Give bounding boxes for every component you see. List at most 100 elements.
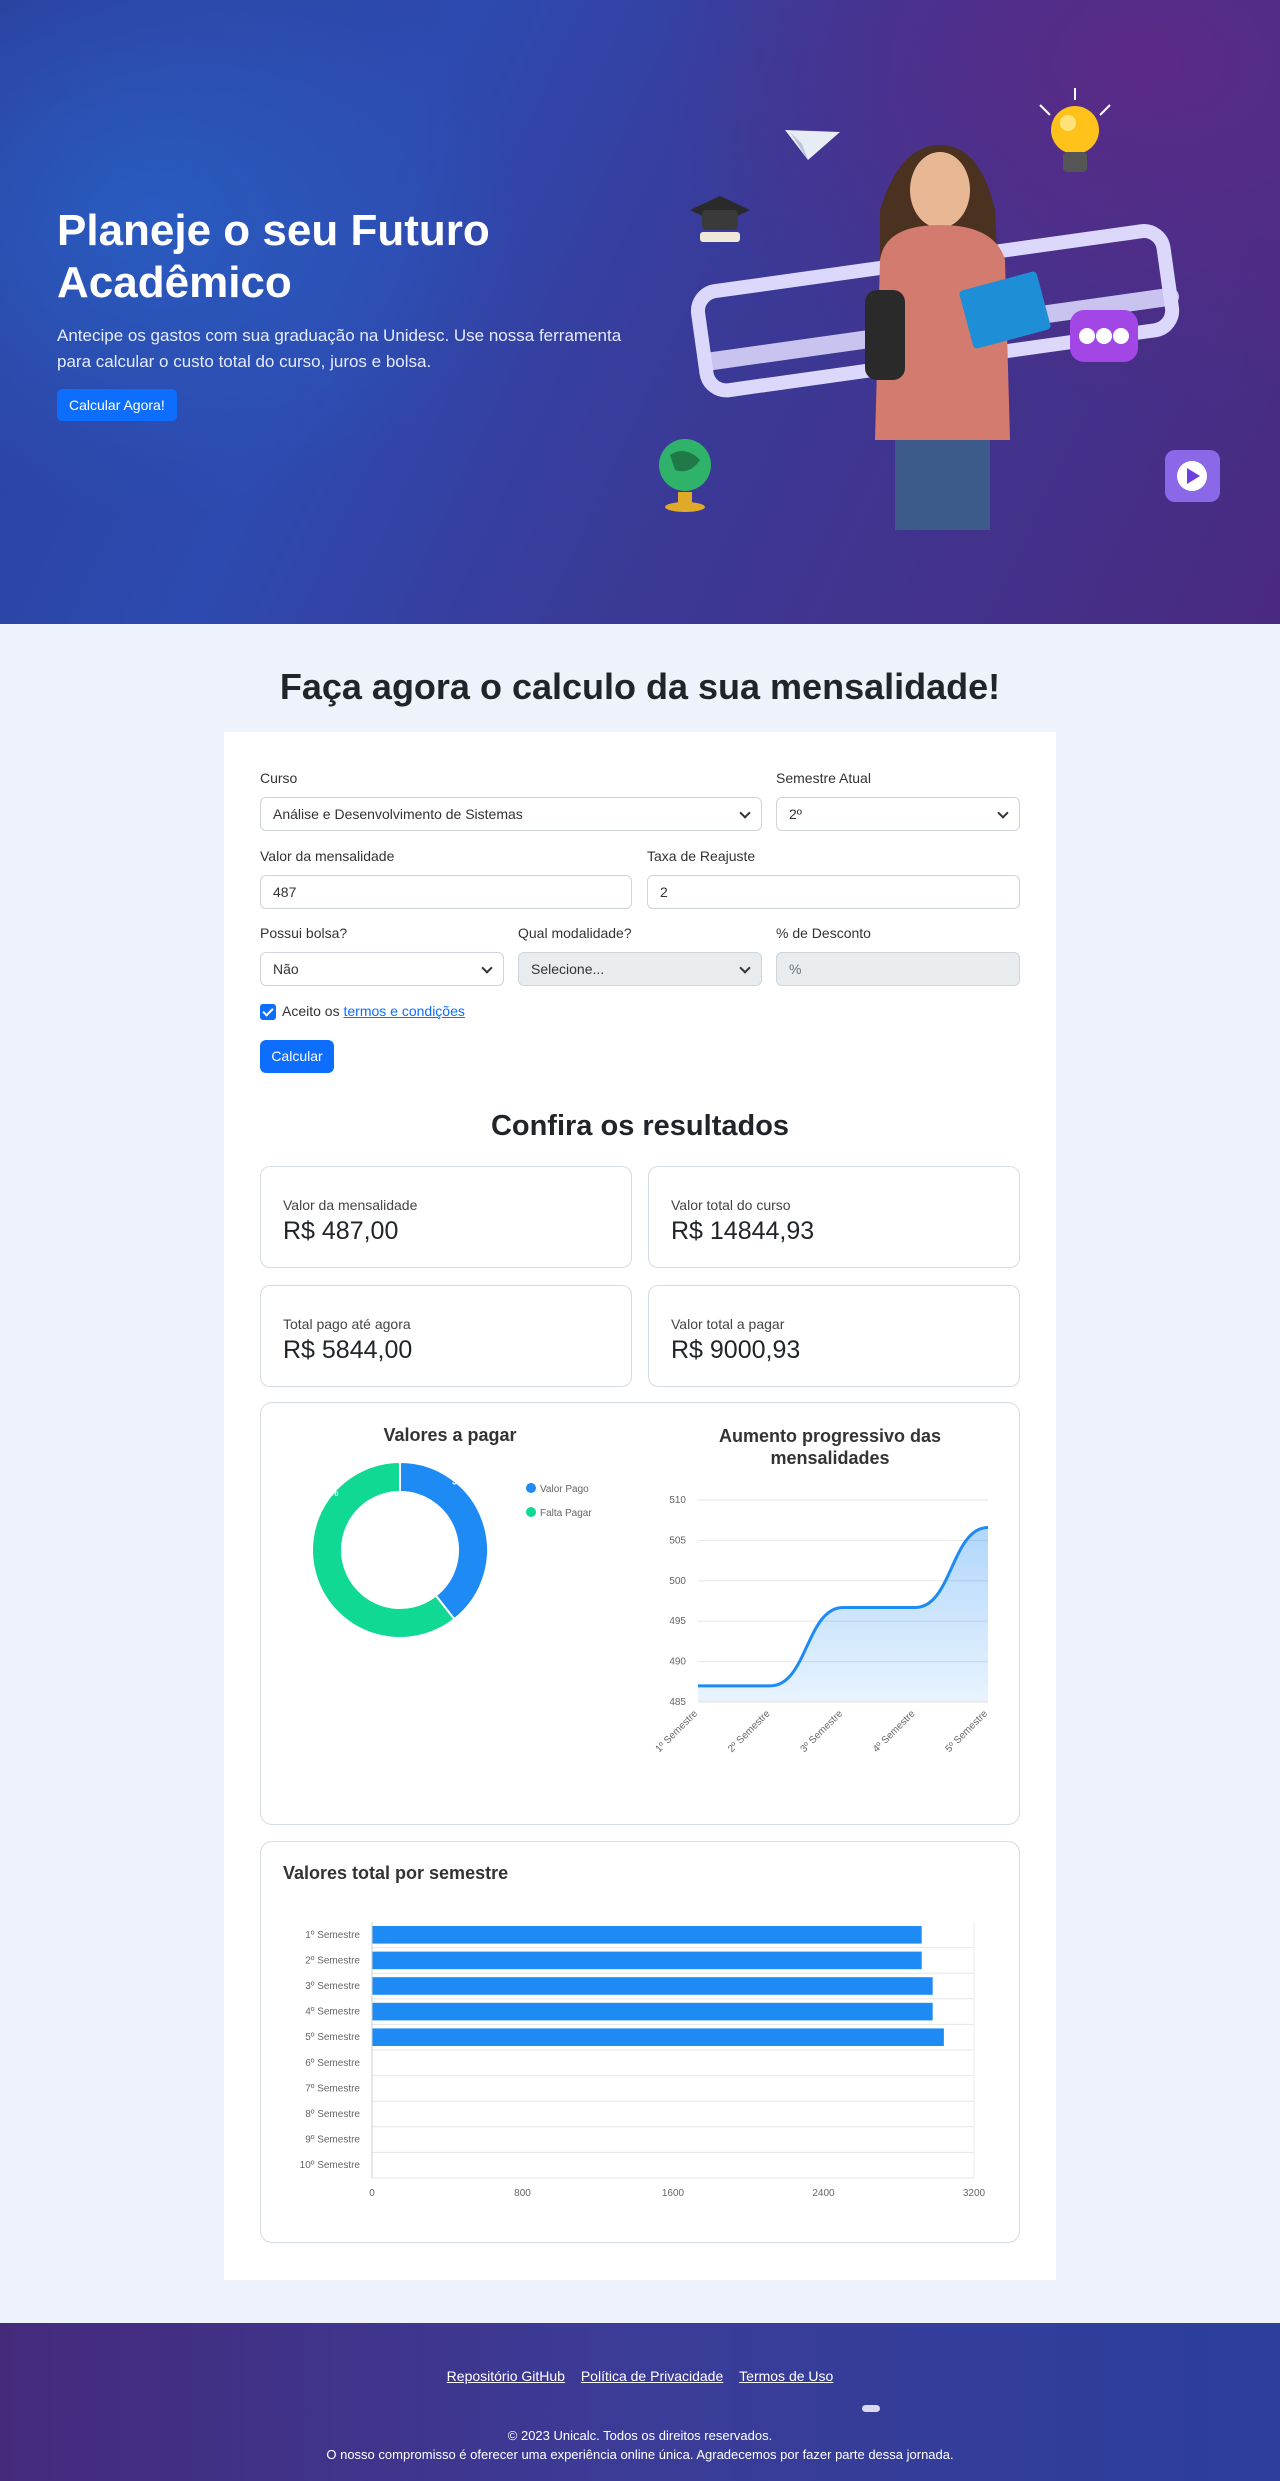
terms-prefix: Aceito os — [282, 1003, 340, 1019]
legend-swatch — [526, 1483, 536, 1493]
result-card-mensalidade: Valor da mensalidade R$ 487,00 — [260, 1166, 632, 1268]
y-tick-label: 1º Semestre — [305, 1930, 360, 1941]
donut-chart: 39.4% 60.6% Valor Pago Falta Pagar — [310, 1460, 592, 1639]
footer-links: Repositório GitHub Política de Privacida… — [0, 2368, 1280, 2384]
result-card-total-a-pagar: Valor total a pagar R$ 9000,93 — [648, 1285, 1020, 1387]
y-tick-label: 4º Semestre — [305, 2007, 360, 2018]
desconto-label: % de Desconto — [776, 925, 871, 941]
x-tick-label: 4º Semestre — [871, 1708, 918, 1755]
x-tick-label: 1600 — [662, 2188, 685, 2199]
mensalidade-input-value: 487 — [273, 884, 297, 900]
footer-copy: © 2023 Unicalc. Todos os direitos reserv… — [0, 2426, 1280, 2464]
mensalidade-label: Valor da mensalidade — [260, 848, 395, 864]
bar — [372, 1926, 922, 1944]
graduation-cap-icon — [690, 196, 750, 242]
area-fill — [698, 1527, 988, 1702]
modalidade-label: Qual modalidade? — [518, 925, 632, 941]
y-tick-label: 500 — [669, 1576, 686, 1587]
modalidade-select[interactable]: Selecione... — [518, 952, 762, 986]
y-tick-label: 6º Semestre — [305, 2058, 360, 2069]
result-card-label: Valor total do curso — [671, 1197, 791, 1213]
calculate-now-button[interactable]: Calcular Agora! — [57, 389, 177, 421]
hero-title-line2: Acadêmico — [57, 258, 292, 307]
modalidade-select-value: Selecione... — [531, 961, 605, 977]
desconto-placeholder: % — [789, 961, 802, 977]
bar — [372, 2002, 933, 2021]
terms-text: Aceito os termos e condições — [282, 1003, 465, 1019]
footer-link-privacy[interactable]: Política de Privacidade — [581, 2368, 723, 2384]
x-tick-label: 1º Semestre — [654, 1708, 701, 1755]
footer-copyright: © 2023 Unicalc. Todos os direitos reserv… — [507, 2428, 773, 2443]
y-tick-label: 495 — [669, 1616, 686, 1627]
y-tick-label: 510 — [669, 1495, 686, 1506]
hero-title-line1: Planeje o seu Futuro — [57, 206, 490, 255]
legend-label: Valor Pago — [540, 1484, 589, 1495]
chevron-down-icon — [739, 962, 751, 974]
chevron-down-icon — [739, 807, 751, 819]
mensalidade-input[interactable]: 487 — [260, 875, 632, 909]
y-tick-label: 9º Semestre — [305, 2135, 360, 2146]
x-tick-label: 0 — [369, 2188, 375, 2199]
result-card-value: R$ 487,00 — [283, 1217, 399, 1245]
y-tick-label: 10º Semestre — [300, 2160, 361, 2171]
result-card-value: R$ 9000,93 — [671, 1336, 801, 1364]
bolsa-label: Possui bolsa? — [260, 925, 348, 941]
semestre-select-value: 2º — [789, 806, 802, 822]
semestre-label: Semestre Atual — [776, 770, 871, 786]
result-card-label: Total pago até agora — [283, 1316, 411, 1332]
donut-data-label: 39.4% — [452, 1477, 480, 1488]
x-tick-label: 5º Semestre — [944, 1708, 991, 1755]
hero-text: Planeje o seu Futuro Acadêmico Antecipe … — [57, 205, 637, 421]
calculate-button[interactable]: Calcular — [260, 1040, 334, 1073]
desconto-input[interactable]: % — [776, 952, 1020, 986]
bar-chart: 0 800 1600 2400 3200 1º Semestre 2º Semestre 3º… — [300, 1922, 986, 2199]
footer-link-terms[interactable]: Termos de Uso — [739, 2368, 833, 2384]
donut-chart-title: Valores a pagar — [383, 1425, 517, 1445]
y-tick-label: 5º Semestre — [305, 2032, 360, 2043]
y-tick-label: 2º Semestre — [305, 1955, 360, 1966]
bar-chart-title: Valores total por semestre — [283, 1863, 509, 1883]
bar — [372, 2028, 944, 2046]
curso-select[interactable]: Análise e Desenvolvimento de Sistemas — [260, 797, 762, 831]
paper-plane-icon — [785, 130, 840, 160]
x-tick-label: 3º Semestre — [799, 1708, 846, 1755]
line-chart-title: Aumento progressivo das mensalidades — [718, 1426, 942, 1468]
calculator-title: Faça agora o calculo da sua mensalidade! — [279, 666, 1001, 707]
curso-label: Curso — [260, 770, 298, 786]
terms-link[interactable]: termos e condições — [343, 1003, 464, 1019]
result-card-value: R$ 5844,00 — [283, 1336, 413, 1364]
legend-label: Falta Pagar — [540, 1508, 592, 1519]
globe-icon — [659, 439, 711, 512]
line-chart: 485 490 495 500 505 510 1º Semestre 2º Semestre… — [654, 1495, 991, 1755]
bolsa-select[interactable]: Não — [260, 952, 504, 986]
student-photo — [865, 145, 1051, 530]
lightbulb-icon — [1039, 88, 1111, 172]
footer-tagline: O nosso compromisso é oferecer uma exper… — [326, 2447, 954, 2462]
result-card-label: Valor da mensalidade — [283, 1197, 418, 1213]
x-tick-label: 800 — [514, 2188, 531, 2199]
result-card-total-pago: Total pago até agora R$ 5844,00 — [260, 1285, 632, 1387]
hero-banner: Planeje o seu Futuro Acadêmico Antecipe … — [0, 0, 1280, 624]
result-card-total-curso: Valor total do curso R$ 14844,93 — [648, 1166, 1020, 1268]
semestre-select[interactable]: 2º — [776, 797, 1020, 831]
y-tick-label: 490 — [669, 1657, 686, 1668]
result-card-label: Valor total a pagar — [671, 1316, 785, 1332]
y-tick-label: 3º Semestre — [305, 1981, 360, 1992]
y-tick-label: 8º Semestre — [305, 2109, 360, 2120]
hero-subtitle: Antecipe os gastos com sua graduação na … — [57, 326, 622, 371]
footer-link-github[interactable]: Repositório GitHub — [447, 2368, 565, 2384]
bar — [372, 1951, 922, 1970]
chevron-down-icon — [481, 962, 493, 974]
footer: Repositório GitHub Política de Privacida… — [0, 2323, 1280, 2481]
y-tick-label: 7º Semestre — [305, 2083, 360, 2094]
hero-title: Planeje o seu Futuro Acadêmico — [57, 205, 637, 309]
x-tick-label: 2400 — [812, 2188, 835, 2199]
x-tick-label: 3200 — [963, 2188, 986, 2199]
donut-data-label: 60.6% — [310, 1488, 338, 1499]
reajuste-input-value: 2 — [660, 884, 668, 900]
footer-indicator — [862, 2405, 880, 2412]
chevron-down-icon — [997, 807, 1009, 819]
hero-illustration — [659, 88, 1220, 530]
reajuste-input[interactable]: 2 — [647, 875, 1020, 909]
terms-checkbox[interactable] — [260, 1004, 276, 1020]
